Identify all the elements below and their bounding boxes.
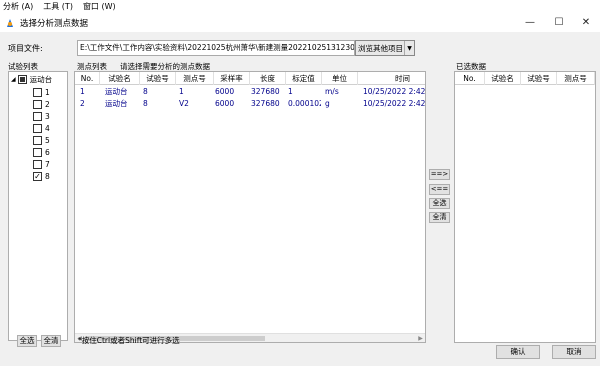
expand-icon[interactable]: ◢ xyxy=(11,76,16,83)
menu-tools[interactable]: 工具 (T) xyxy=(43,1,73,12)
column-header[interactable]: 采样率 xyxy=(214,72,250,85)
clear-all-points-button[interactable]: 全清 xyxy=(429,212,450,223)
tree-item-label: 4 xyxy=(45,124,50,133)
trial-checkbox-7[interactable] xyxy=(33,160,42,169)
cell-time: 10/25/2022 2:42:4 xyxy=(363,99,426,108)
column-header[interactable]: 时间 xyxy=(358,72,425,85)
tree-item-label: 6 xyxy=(45,148,50,157)
tree-item-label: 1 xyxy=(45,88,50,97)
multi-select-hint: *按住Ctrl或者Shift可进行多选 xyxy=(78,336,180,345)
cell-length: 327680 xyxy=(251,99,280,108)
browse-project-label: 浏览其他项目 xyxy=(358,43,403,53)
app-icon xyxy=(7,18,13,27)
tree-item[interactable]: 4 xyxy=(33,123,50,134)
project-file-label: 项目文件: xyxy=(8,44,43,53)
tree-item-label: 2 xyxy=(45,100,50,109)
tree-item[interactable]: 6 xyxy=(33,147,50,158)
tree-item[interactable]: 3 xyxy=(33,111,50,122)
remove-button[interactable]: <== xyxy=(429,184,450,195)
column-header[interactable]: 长度 xyxy=(250,72,286,85)
minimize-button[interactable]: — xyxy=(516,13,544,32)
ok-button[interactable]: 确认 xyxy=(496,345,540,359)
cell-trial-name: 运动台 xyxy=(105,87,128,96)
scroll-right-icon[interactable]: ▶ xyxy=(416,334,425,342)
tree-item[interactable]: 5 xyxy=(33,135,50,146)
column-header[interactable]: No. xyxy=(75,72,100,85)
trial-checkbox-6[interactable] xyxy=(33,148,42,157)
tree-item[interactable]: 1 xyxy=(33,87,50,98)
cell-sample-rate: 6000 xyxy=(215,87,235,96)
cancel-button[interactable]: 取消 xyxy=(552,345,596,359)
point-table: No. 试验名 试验号 测点号 采样率 长度 标定值 单位 时间 1 运动台 8… xyxy=(74,71,426,343)
root-checkbox[interactable] xyxy=(17,75,27,84)
column-header[interactable]: 试验名 xyxy=(485,72,521,85)
select-all-trials-button[interactable]: 全选 xyxy=(17,335,37,347)
close-button[interactable]: ✕ xyxy=(572,13,600,32)
window-title: 选择分析测点数据 xyxy=(20,18,89,29)
menu-window[interactable]: 窗口 (W) xyxy=(83,1,116,12)
dialog-window: 选择分析测点数据 — ☐ ✕ 项目文件: E:\工作文件\工作内容\实验资料\2… xyxy=(0,13,600,366)
cell-time: 10/25/2022 2:42:4 xyxy=(363,87,426,96)
column-header[interactable]: 单位 xyxy=(322,72,358,85)
tree-item-label: 8 xyxy=(45,172,50,181)
trial-checkbox-4[interactable] xyxy=(33,124,42,133)
column-header[interactable]: 试验号 xyxy=(140,72,176,85)
trial-checkbox-8[interactable]: ✓ xyxy=(33,172,42,181)
tree-item[interactable]: ✓ 8 xyxy=(33,171,50,182)
cell-no: 2 xyxy=(80,99,85,108)
cell-trial-name: 运动台 xyxy=(105,99,128,108)
trial-checkbox-3[interactable] xyxy=(33,112,42,121)
menu-bar: 分析 (A) 工具 (T) 窗口 (W) xyxy=(0,0,600,13)
cell-calibration: 1 xyxy=(288,87,293,96)
chevron-down-icon[interactable]: ▼ xyxy=(404,41,414,55)
trial-checkbox-1[interactable] xyxy=(33,88,42,97)
cell-length: 327680 xyxy=(251,87,280,96)
project-path-field[interactable]: E:\工作文件\工作内容\实验资料\20221025杭州萧华\新建测量20221… xyxy=(77,40,355,56)
select-all-points-button[interactable]: 全选 xyxy=(429,198,450,209)
column-header[interactable]: No. xyxy=(455,72,485,85)
title-bar: 选择分析测点数据 — ☐ ✕ xyxy=(0,13,600,32)
cell-calibration: 0.000102 xyxy=(288,99,321,108)
cell-unit: g xyxy=(325,99,330,108)
browse-project-dropdown[interactable]: 浏览其他项目 ▼ xyxy=(355,40,415,56)
column-header[interactable]: 测点号 xyxy=(176,72,214,85)
cell-trial-no: 8 xyxy=(143,87,148,96)
column-header[interactable]: 标定值 xyxy=(286,72,322,85)
cell-no: 1 xyxy=(80,87,85,96)
cell-sample-rate: 6000 xyxy=(215,99,235,108)
add-button[interactable]: ==> xyxy=(429,169,450,180)
trial-checkbox-5[interactable] xyxy=(33,136,42,145)
column-header[interactable]: 试验名 xyxy=(100,72,140,85)
tree-item[interactable]: 7 xyxy=(33,159,50,170)
menu-analysis[interactable]: 分析 (A) xyxy=(3,1,33,12)
maximize-button[interactable]: ☐ xyxy=(545,13,573,32)
selected-table-header: No. 试验名 试验号 测点号 xyxy=(455,72,595,85)
tree-root-label: 运动台 xyxy=(29,75,53,84)
table-header: No. 试验名 试验号 测点号 采样率 长度 标定值 单位 时间 xyxy=(75,72,425,85)
trial-tree: ◢ 运动台 1 2 3 4 5 6 7 ✓ 8 xyxy=(8,71,68,341)
column-header[interactable]: 试验号 xyxy=(521,72,557,85)
cell-unit: m/s xyxy=(325,87,339,96)
tree-item-label: 3 xyxy=(45,112,50,121)
cell-trial-no: 8 xyxy=(143,99,148,108)
cell-point-no: 1 xyxy=(179,87,184,96)
table-row[interactable]: 1 运动台 8 1 6000 327680 1 m/s 10/25/2022 2… xyxy=(75,86,425,97)
selected-table: No. 试验名 试验号 测点号 xyxy=(454,71,596,343)
cell-point-no: V2 xyxy=(179,99,189,108)
trial-checkbox-2[interactable] xyxy=(33,100,42,109)
tree-item[interactable]: 2 xyxy=(33,99,50,110)
clear-all-trials-button[interactable]: 全清 xyxy=(41,335,61,347)
tree-item-label: 7 xyxy=(45,160,50,169)
table-row[interactable]: 2 运动台 8 V2 6000 327680 0.000102 g 10/25/… xyxy=(75,98,425,109)
tree-root-node[interactable]: ◢ 运动台 xyxy=(11,74,52,85)
tree-item-label: 5 xyxy=(45,136,50,145)
column-header[interactable]: 测点号 xyxy=(557,72,595,85)
